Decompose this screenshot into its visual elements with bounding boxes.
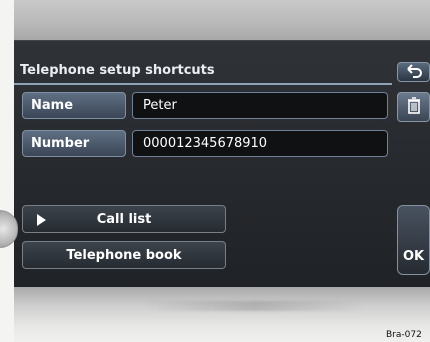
title-underline xyxy=(14,83,392,85)
name-field-value: Peter xyxy=(143,98,177,113)
back-button[interactable] xyxy=(397,62,430,82)
ok-label: OK xyxy=(402,249,425,264)
trash-icon xyxy=(405,96,423,118)
name-label: Name xyxy=(22,92,126,119)
call-list-label: Call list xyxy=(96,211,152,227)
number-field-value: 000012345678910 xyxy=(143,136,268,151)
call-list-button[interactable]: Call list xyxy=(22,205,226,233)
top-photo-strip xyxy=(14,0,430,40)
page-title: Telephone setup shortcuts xyxy=(20,63,215,78)
telephone-book-label: Telephone book xyxy=(66,247,182,263)
name-label-text: Name xyxy=(31,98,74,113)
name-field[interactable]: Peter xyxy=(132,92,388,119)
number-label-text: Number xyxy=(31,136,90,151)
back-icon xyxy=(405,63,423,82)
figure-reference-code: Bra-072 xyxy=(386,330,422,340)
number-label: Number xyxy=(22,130,126,157)
delete-button[interactable] xyxy=(397,92,430,122)
play-icon xyxy=(37,214,46,226)
bottom-photo-strip xyxy=(14,287,430,342)
blurred-background-text xyxy=(144,301,364,311)
number-field[interactable]: 000012345678910 xyxy=(132,130,388,157)
ok-button[interactable]: OK xyxy=(397,205,430,275)
telephone-book-button[interactable]: Telephone book xyxy=(22,241,226,269)
